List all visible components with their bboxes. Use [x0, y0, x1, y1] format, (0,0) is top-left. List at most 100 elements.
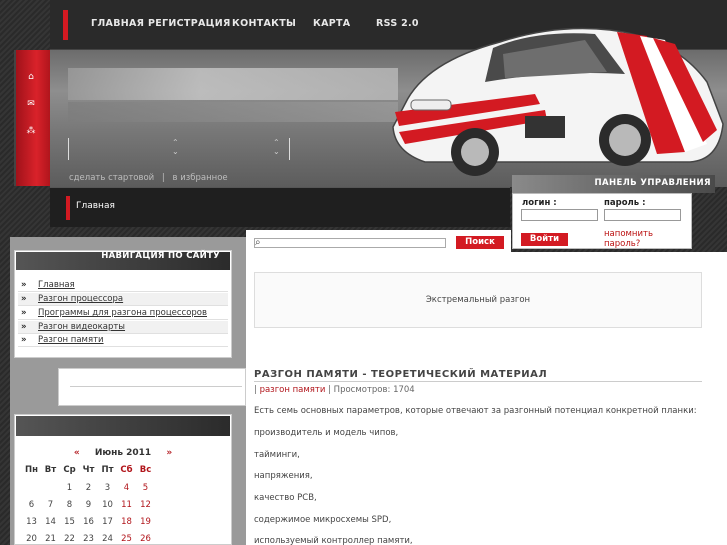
article-paragraph: используемый контроллер памяти, — [254, 536, 413, 545]
header-decor-bar — [68, 68, 398, 100]
article-paragraph: содержимое микросхемы SPD, — [254, 515, 392, 525]
chevron-up-down-icon: ⌃ ⌄ — [172, 138, 179, 156]
bullet-icon: » — [21, 294, 27, 304]
calendar-weekday: Вс — [139, 465, 152, 475]
topnav-item-home[interactable]: ГЛАВНАЯ — [91, 18, 144, 29]
calendar-day[interactable]: 18 — [117, 517, 136, 527]
header-decor-bar — [68, 102, 398, 122]
breadcrumb[interactable]: Главная — [76, 201, 115, 211]
sitemap-icon[interactable]: ⁂ — [25, 125, 37, 137]
calendar-day[interactable]: 19 — [136, 517, 155, 527]
nav-item-home[interactable]: » Главная — [18, 279, 228, 292]
topnav-item-map[interactable]: КАРТА — [313, 18, 350, 29]
calendar-day[interactable]: 4 — [117, 483, 136, 493]
remind-password-link[interactable]: напомнить пароль? — [604, 229, 684, 249]
calendar-day[interactable]: 6 — [22, 500, 41, 510]
calendar-weekday: Вт — [44, 465, 57, 475]
article-paragraph: качество PCB, — [254, 493, 317, 503]
bullet-icon: » — [21, 308, 27, 318]
article-category-link[interactable]: разгон памяти — [260, 385, 326, 395]
article-paragraph: тайминги, — [254, 450, 300, 460]
calendar-day[interactable]: 17 — [98, 517, 117, 527]
search-input[interactable] — [254, 238, 446, 248]
mail-icon[interactable]: ✉ — [25, 98, 37, 110]
nav-item-label[interactable]: Разгон памяти — [38, 334, 104, 346]
nav-item-label[interactable]: Главная — [38, 279, 75, 291]
calendar-next-button[interactable]: » — [166, 448, 172, 458]
divider — [70, 386, 242, 387]
calendar-day[interactable]: 3 — [98, 483, 117, 493]
password-label: пароль : — [604, 198, 646, 208]
article-paragraph: напряжения, — [254, 471, 313, 481]
chevron-up-down-icon: ⌃ ⌄ — [273, 138, 280, 156]
login-button[interactable]: Войти — [521, 233, 568, 246]
calendar-day[interactable]: 15 — [60, 517, 79, 527]
car-illustration — [392, 27, 724, 176]
calendar-day[interactable]: 21 — [41, 534, 60, 544]
calendar-day[interactable]: 8 — [60, 500, 79, 510]
calendar-day[interactable]: 9 — [79, 500, 98, 510]
nav-item-label[interactable]: Разгон видеокарты — [38, 321, 125, 333]
calendar-day[interactable]: 20 — [22, 534, 41, 544]
calendar-weekday: Ср — [63, 465, 76, 475]
breadcrumb-red-accent — [66, 196, 70, 220]
empty-block — [58, 368, 246, 406]
calendar-day[interactable]: 7 — [41, 500, 60, 510]
header-divider — [68, 138, 69, 160]
header-red-accent — [63, 10, 68, 40]
calendar-day[interactable]: 13 — [22, 517, 41, 527]
calendar-day[interactable]: 16 — [79, 517, 98, 527]
article-title[interactable]: РАЗГОН ПАМЯТИ - ТЕОРЕТИЧЕСКИЙ МАТЕРИАЛ — [254, 369, 547, 380]
calendar-weekday: Чт — [82, 465, 95, 475]
header-divider — [289, 138, 290, 160]
breadcrumb-bar — [50, 187, 510, 227]
calendar-weekday: Сб — [120, 465, 133, 475]
calendar-day[interactable]: 5 — [136, 483, 155, 493]
topnav-item-registration[interactable]: РЕГИСТРАЦИЯ — [148, 18, 231, 29]
bullet-icon: » — [21, 335, 27, 345]
calendar-day[interactable]: 12 — [136, 500, 155, 510]
topnav-item-contacts[interactable]: КОНТАКТЫ — [232, 18, 296, 29]
calendar-day[interactable]: 1 — [60, 483, 79, 493]
search-button[interactable]: Поиск — [456, 236, 504, 249]
article-paragraph: производитель и модель чипов, — [254, 428, 399, 438]
calendar-day[interactable]: 14 — [41, 517, 60, 527]
nav-item-cpu-overclock[interactable]: » Разгон процессора — [18, 293, 228, 306]
home-icon[interactable]: ⌂ — [25, 71, 37, 83]
password-field[interactable] — [604, 209, 681, 221]
meta-separator: | — [254, 385, 257, 395]
calendar-day[interactable]: 23 — [79, 534, 98, 544]
bullet-icon: » — [21, 322, 27, 332]
login-field[interactable] — [521, 209, 598, 221]
nav-item-cpu-programs[interactable]: » Программы для разгона процессоров — [18, 307, 228, 320]
calendar-month-row: « Июнь 2011 » — [14, 448, 232, 458]
header-links: сделать стартовой | в избранное — [69, 173, 228, 183]
calendar-header — [16, 416, 230, 436]
login-label: логин : — [522, 198, 557, 208]
banner-text: Экстремальный разгон — [425, 295, 531, 305]
control-panel-title: ПАНЕЛЬ УПРАВЛЕНИЯ — [594, 178, 711, 188]
article-meta: | разгон памяти | Просмотров: 1704 — [254, 385, 415, 395]
calendar-day[interactable]: 11 — [117, 500, 136, 510]
nav-item-label[interactable]: Разгон процессора — [38, 293, 123, 305]
set-homepage-link[interactable]: сделать стартовой — [69, 173, 154, 183]
calendar-day[interactable]: 2 — [79, 483, 98, 493]
calendar-day[interactable]: 22 — [60, 534, 79, 544]
calendar-prev-button[interactable]: « — [74, 448, 80, 458]
calendar-weekday: Пт — [101, 465, 114, 475]
nav-item-label[interactable]: Программы для разгона процессоров — [38, 307, 207, 319]
calendar-month: Июнь 2011 — [94, 448, 152, 458]
search-icon: ⌕ — [255, 237, 261, 248]
calendar-day[interactable]: 24 — [98, 534, 117, 544]
calendar-day[interactable]: 25 — [117, 534, 136, 544]
article-views: | Просмотров: 1704 — [328, 385, 415, 395]
article-title-rule — [254, 381, 702, 382]
add-favorites-link[interactable]: в избранное — [172, 173, 227, 183]
nav-item-memory-overclock[interactable]: » Разгон памяти — [18, 334, 228, 347]
nav-item-gpu-overclock[interactable]: » Разгон видеокарты — [18, 321, 228, 334]
article-paragraph: Есть семь основных параметров, которые о… — [254, 406, 697, 416]
calendar-weekday: Пн — [25, 465, 38, 475]
calendar-day[interactable]: 26 — [136, 534, 155, 544]
header-links-separator: | — [161, 173, 165, 183]
calendar-day[interactable]: 10 — [98, 500, 117, 510]
